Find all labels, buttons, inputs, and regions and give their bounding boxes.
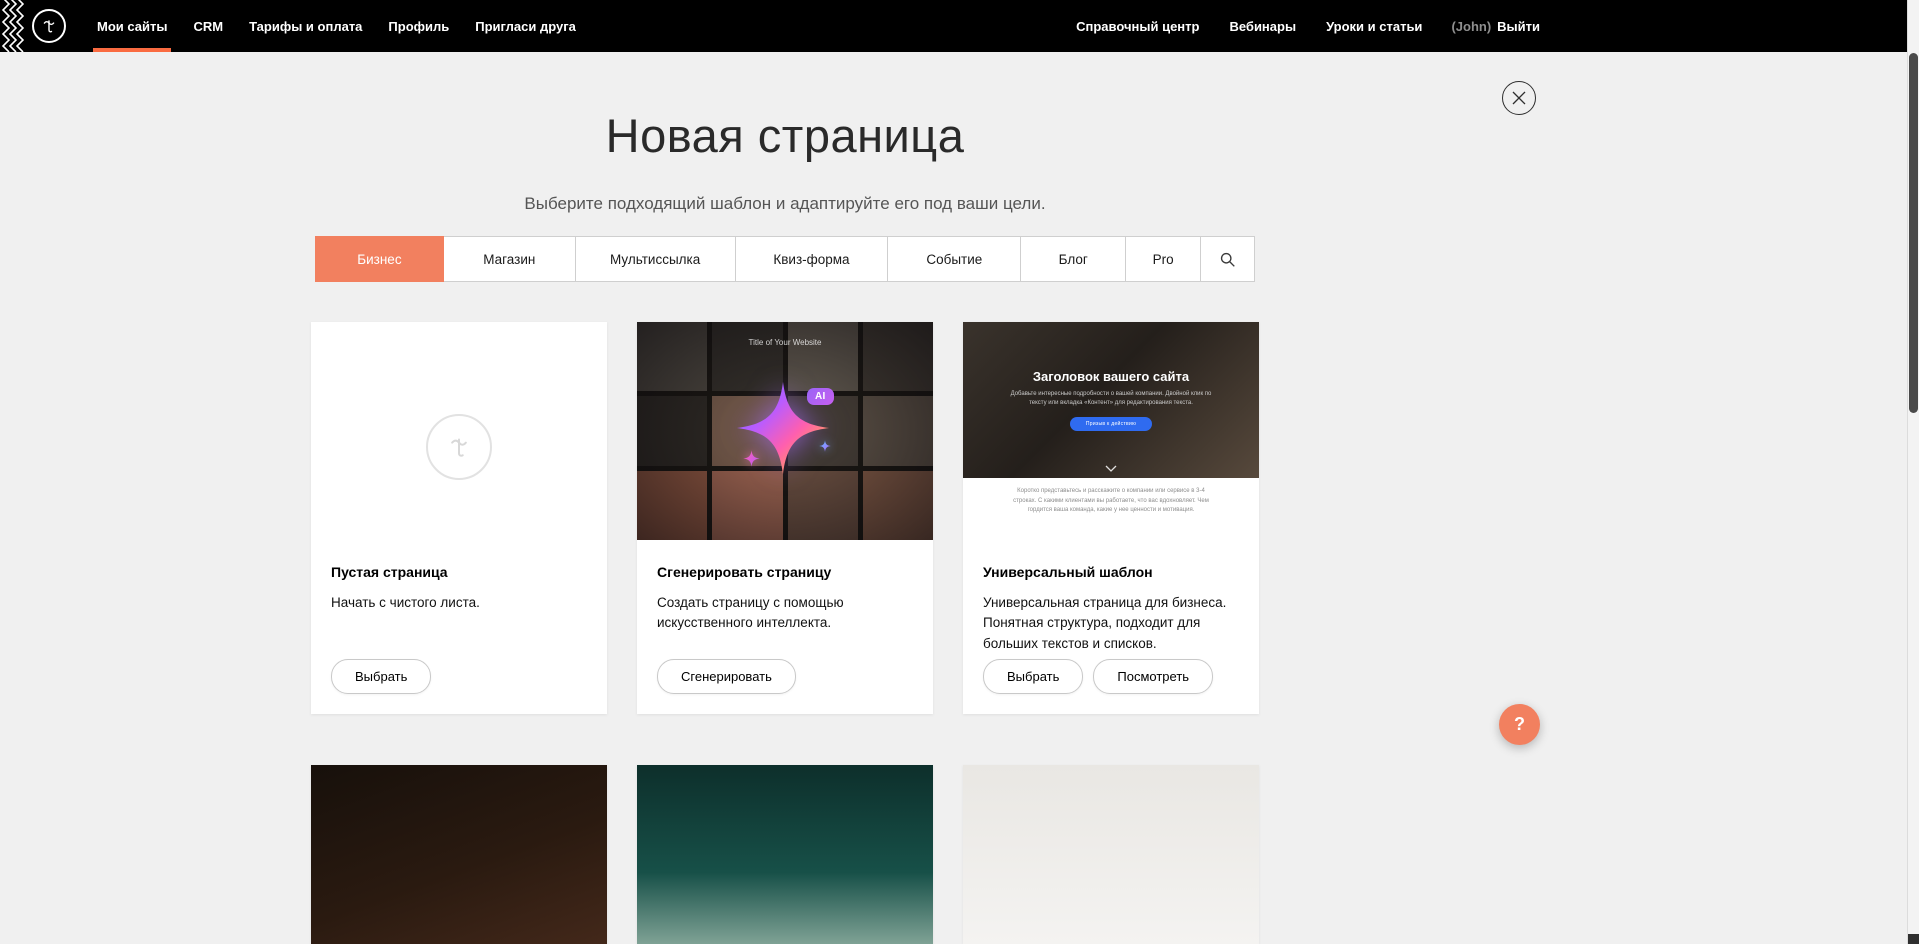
template-card-blank: Пустая страница Начать с чистого листа. … [311,322,607,714]
card-description: Создать страницу с помощью искусственног… [657,593,913,634]
card-body: Универсальный шаблон Универсальная стран… [963,540,1259,659]
template-preview-image [637,765,933,944]
search-tab[interactable] [1201,237,1254,281]
template-cover: Заголовок вашего сайта Добавьте интересн… [963,322,1259,478]
template-cta-button: Призыв к действию [1070,417,1152,431]
sparkle-small-icon [743,450,760,467]
nav-item-lessons[interactable]: Уроки и статьи [1311,19,1437,34]
scrollbar-corner [1908,934,1919,944]
ai-badge: AI [807,388,834,405]
template-preview-image [311,765,607,944]
view-universal-button[interactable]: Посмотреть [1093,659,1213,694]
universal-template-preview: Заголовок вашего сайта Добавьте интересн… [963,322,1259,540]
preview-site-title: Title of Your Website [637,338,933,347]
logout-link[interactable]: Выйти [1497,19,1540,34]
template-card-partial [311,765,607,944]
tilda-logo[interactable] [32,9,66,43]
zigzag-pattern-icon [0,0,24,52]
card-body: Пустая страница Начать с чистого листа. [311,540,607,659]
page-title: Новая страница [0,110,1570,162]
new-page-modal: Новая страница Выберите подходящий шабло… [0,52,1570,944]
page-scrollbar[interactable] [1907,0,1919,944]
template-grid-row2 [311,765,1259,944]
template-heading: Заголовок вашего сайта [1033,369,1189,384]
template-preview-image [963,765,1259,944]
secondary-menu: Справочный центр Вебинары Уроки и статьи… [1061,19,1907,34]
tilda-logo-glyph [39,16,59,36]
search-icon [1219,251,1236,268]
select-universal-button[interactable]: Выбрать [983,659,1083,694]
card-description: Универсальная страница для бизнеса. Поня… [983,593,1239,654]
close-icon [1512,91,1526,105]
card-actions: Сгенерировать [637,659,933,714]
template-card-partial [637,765,933,944]
main-menu: Мои сайты CRM Тарифы и оплата Профиль Пр… [84,0,589,52]
template-category-tabs: Бизнес Магазин Мультиссылка Квиз-форма С… [315,236,1255,282]
generate-button[interactable]: Сгенерировать [657,659,796,694]
user-name: (John) [1451,19,1491,34]
card-actions: Выбрать [311,659,607,714]
top-navbar: Мои сайты CRM Тарифы и оплата Профиль Пр… [0,0,1907,52]
select-blank-button[interactable]: Выбрать [331,659,431,694]
template-grid: Пустая страница Начать с чистого листа. … [311,322,1259,714]
scrollbar-thumb[interactable] [1909,53,1918,413]
card-title: Пустая страница [331,564,587,580]
nav-item-profile[interactable]: Профиль [375,0,462,52]
nav-item-help-center[interactable]: Справочный центр [1061,19,1214,34]
tilda-watermark-icon [426,414,492,480]
page-subtitle: Выберите подходящий шаблон и адаптируйте… [0,194,1570,214]
card-title: Сгенерировать страницу [657,564,913,580]
nav-item-webinars[interactable]: Вебинары [1214,19,1311,34]
tab-pro[interactable]: Pro [1126,237,1201,281]
nav-item-invite-friend[interactable]: Пригласи друга [462,0,589,52]
help-button[interactable]: ? [1499,704,1540,745]
tab-shop[interactable]: Магазин [444,237,576,281]
close-button[interactable] [1502,81,1536,115]
template-body-text: Коротко представьтесь и расскажите о ком… [1005,487,1217,540]
card-description: Начать с чистого листа. [331,593,587,613]
nav-item-crm[interactable]: CRM [180,0,236,52]
chevron-down-icon [1105,465,1117,472]
tab-multilink[interactable]: Мультиссылка [576,237,736,281]
ai-template-preview: Title of Your Website [637,322,933,540]
user-block: (John) Выйти [1451,19,1540,34]
nav-item-tariffs[interactable]: Тарифы и оплата [236,0,375,52]
template-card-universal: Заголовок вашего сайта Добавьте интересн… [963,322,1259,714]
blank-template-preview [311,322,607,540]
tab-quiz-form[interactable]: Квиз-форма [736,237,889,281]
card-actions: Выбрать Посмотреть [963,659,1259,714]
card-body: Сгенерировать страницу Создать страницу … [637,540,933,659]
tab-business[interactable]: Бизнес [315,236,444,282]
nav-item-my-sites[interactable]: Мои сайты [84,0,180,52]
template-card-ai-generate: Title of Your Website [637,322,933,714]
sparkle-small-icon [819,440,831,452]
template-card-partial [963,765,1259,944]
tab-event[interactable]: Событие [888,237,1021,281]
card-title: Универсальный шаблон [983,564,1239,580]
tab-blog[interactable]: Блог [1021,237,1126,281]
template-subtext: Добавьте интересные подробности о вашей … [1009,390,1214,409]
template-body: Коротко представьтесь и расскажите о ком… [963,478,1259,540]
